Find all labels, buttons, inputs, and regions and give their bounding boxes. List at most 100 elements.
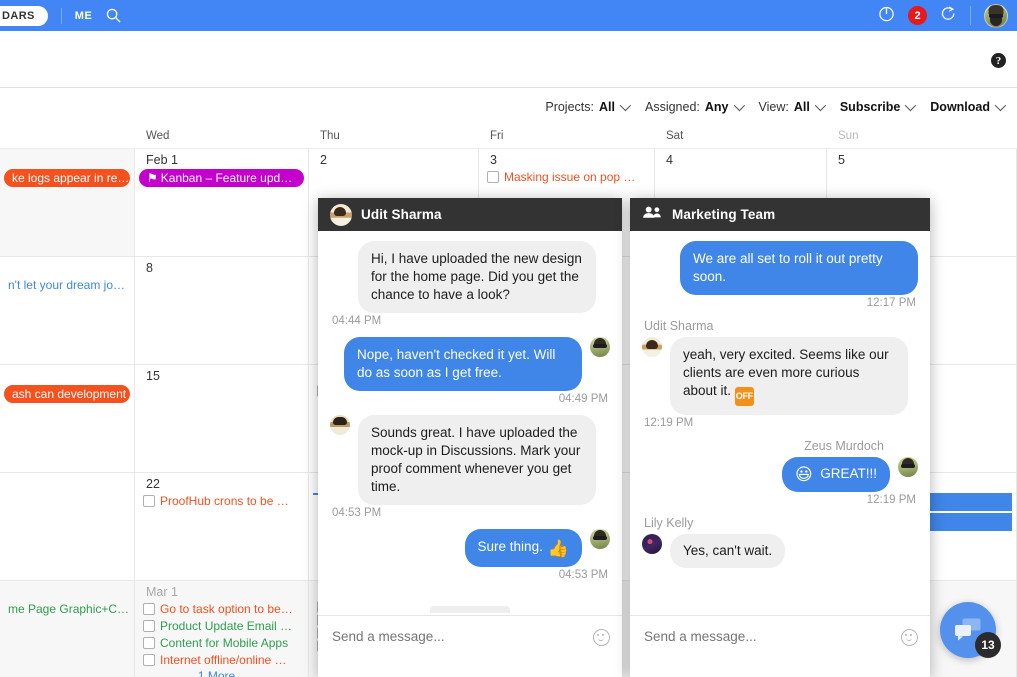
message-bubble: 😃 GREAT!!!	[782, 457, 890, 492]
calendar-event-text[interactable]: me Page Graphic+C…	[8, 601, 128, 617]
thumbs-up-icon: 👍	[548, 540, 569, 558]
calendar-day-cell[interactable]: 8	[135, 257, 309, 364]
filter-view-label: View:	[759, 100, 789, 114]
calendar-day-cell[interactable]: me Page Graphic+C…	[0, 581, 135, 677]
task-checkbox[interactable]	[143, 620, 155, 632]
task-checkbox[interactable]	[143, 654, 155, 666]
flag-icon: ⚑	[147, 170, 158, 186]
calendar-event-pill[interactable]: ash can development	[4, 385, 130, 403]
task-checkbox[interactable]	[143, 637, 155, 649]
filter-view[interactable]: View: All	[759, 100, 823, 114]
chat-message-input[interactable]	[330, 628, 593, 645]
message-text: GREAT!!!	[820, 466, 877, 481]
calendar-event-label: ke logs appear in re…	[12, 171, 129, 185]
calendar-day-cell[interactable]: Mar 1 Go to task option to be…Product Upd…	[135, 581, 309, 677]
chat-title: Marketing Team	[672, 207, 775, 222]
grinning-face-icon: 😃	[795, 465, 813, 484]
chat-window-marketing-team[interactable]: Marketing Team We are all set to roll it…	[630, 198, 930, 677]
group-icon	[642, 205, 663, 225]
top-navigation-bar: DARS ME 2	[0, 0, 1017, 31]
nav-me-link[interactable]: ME	[75, 10, 93, 22]
filter-projects[interactable]: Projects: All	[545, 100, 628, 114]
timer-icon[interactable]	[878, 5, 895, 27]
filter-assigned[interactable]: Assigned: Any	[645, 100, 742, 114]
toolbar-divider	[970, 6, 971, 25]
day-number	[0, 477, 134, 491]
calendar-task-item[interactable]: Content for Mobile Apps	[143, 635, 302, 651]
calendar-more-link[interactable]: 1 More...	[135, 669, 308, 677]
subscribe-label: Subscribe	[840, 100, 900, 114]
nav-calendars-pill[interactable]: DARS	[0, 6, 48, 26]
message-bubble: yeah, very excited. Seems like our clien…	[670, 337, 908, 415]
calendar-event-pill[interactable]: ke logs appear in re…	[4, 169, 130, 187]
calendar-event-link[interactable]: n't let your dream jo…	[8, 277, 128, 293]
logout-icon[interactable]	[940, 5, 957, 27]
day-number: 5	[827, 153, 1016, 167]
calendar-task-item[interactable]: Masking issue on pop …	[487, 169, 648, 185]
calendar-event-pill[interactable]: ⚑Kanban – Feature upd…	[139, 169, 304, 187]
calendar-task-label: Internet offline/online …	[160, 652, 287, 668]
message-timestamp: 04:44 PM	[332, 315, 610, 327]
calendar-event-label: Kanban – Feature upd…	[161, 171, 292, 185]
message-avatar	[590, 529, 610, 549]
calendar-day-cell[interactable]: 22ProofHub crons to be …	[135, 473, 309, 580]
calendar-day-cell[interactable]: ke logs appear in re…	[0, 149, 135, 256]
message-avatar	[642, 534, 662, 554]
user-avatar[interactable]	[984, 4, 1008, 28]
search-icon[interactable]	[106, 8, 121, 23]
calendar-task-item[interactable]: Internet offline/online …	[143, 652, 302, 668]
chat-title: Udit Sharma	[361, 207, 442, 222]
chat-message-list[interactable]: We are all set to roll it out pretty soo…	[630, 231, 930, 615]
chat-header[interactable]: Udit Sharma	[318, 198, 622, 231]
day-header-blank	[0, 126, 135, 148]
calendar-day-headers: WedThuFriSatSun	[0, 126, 1017, 149]
off-sticker-icon: OFF	[735, 387, 754, 406]
calendar-task-item[interactable]: Product Update Email …	[143, 618, 302, 634]
day-header-sun: Sun	[827, 126, 1017, 148]
message-timestamp: 04:53 PM	[332, 507, 610, 519]
day-number: 15	[135, 369, 308, 383]
day-header-sat: Sat	[655, 126, 827, 148]
message-row: Sure thing.👍	[330, 529, 610, 567]
filter-projects-value: All	[599, 100, 615, 114]
chat-composer[interactable]	[630, 615, 930, 677]
calendar-task-item[interactable]: Go to task option to be…	[143, 601, 302, 617]
message-row: Yes, can't wait.	[642, 534, 918, 568]
filter-view-value: All	[794, 100, 810, 114]
smiley-icon[interactable]	[593, 629, 610, 646]
task-checkbox[interactable]	[143, 603, 155, 615]
message-row: yeah, very excited. Seems like our clien…	[642, 337, 918, 415]
help-icon[interactable]: ?	[991, 53, 1006, 68]
message-row: We are all set to roll it out pretty soo…	[642, 241, 918, 295]
calendar-day-cell[interactable]: ash can development	[0, 365, 135, 472]
chevron-down-icon	[620, 100, 631, 111]
secondary-bar	[0, 31, 1017, 88]
chat-message-list[interactable]: Hi, I have uploaded the new design for t…	[318, 231, 622, 615]
calendar-day-cell[interactable]	[0, 473, 135, 580]
chat-message-input[interactable]	[642, 628, 901, 645]
chat-unread-count[interactable]: 13	[975, 632, 1001, 658]
message-avatar	[330, 415, 350, 435]
task-checkbox[interactable]	[487, 171, 499, 183]
message-timestamp: 04:53 PM	[332, 569, 608, 581]
chat-composer[interactable]	[318, 615, 622, 677]
scroll-indicator[interactable]	[430, 606, 510, 613]
calendar-task-label: ProofHub crons to be …	[160, 493, 289, 509]
calendar-day-cell[interactable]: Feb 1⚑Kanban – Feature upd…	[135, 149, 309, 256]
message-bubble: Sure thing.👍	[465, 529, 582, 567]
day-number	[0, 585, 134, 599]
chat-header[interactable]: Marketing Team	[630, 198, 930, 231]
smiley-icon[interactable]	[901, 629, 918, 646]
chat-window-udit-sharma[interactable]: Udit Sharma Hi, I have uploaded the new …	[318, 198, 622, 677]
notification-badge[interactable]: 2	[908, 6, 927, 25]
day-number: Mar 1	[135, 585, 308, 599]
task-checkbox[interactable]	[143, 495, 155, 507]
download-button[interactable]: Download	[930, 100, 1003, 114]
calendar-task-item[interactable]: ProofHub crons to be …	[143, 493, 302, 509]
day-number: 3	[479, 153, 654, 167]
calendar-task-label: Go to task option to be…	[160, 601, 293, 617]
calendar-day-cell[interactable]: 15	[135, 365, 309, 472]
calendar-day-cell[interactable]: n't let your dream jo…	[0, 257, 135, 364]
message-text: yeah, very excited. Seems like our clien…	[683, 347, 889, 398]
subscribe-button[interactable]: Subscribe	[840, 100, 913, 114]
